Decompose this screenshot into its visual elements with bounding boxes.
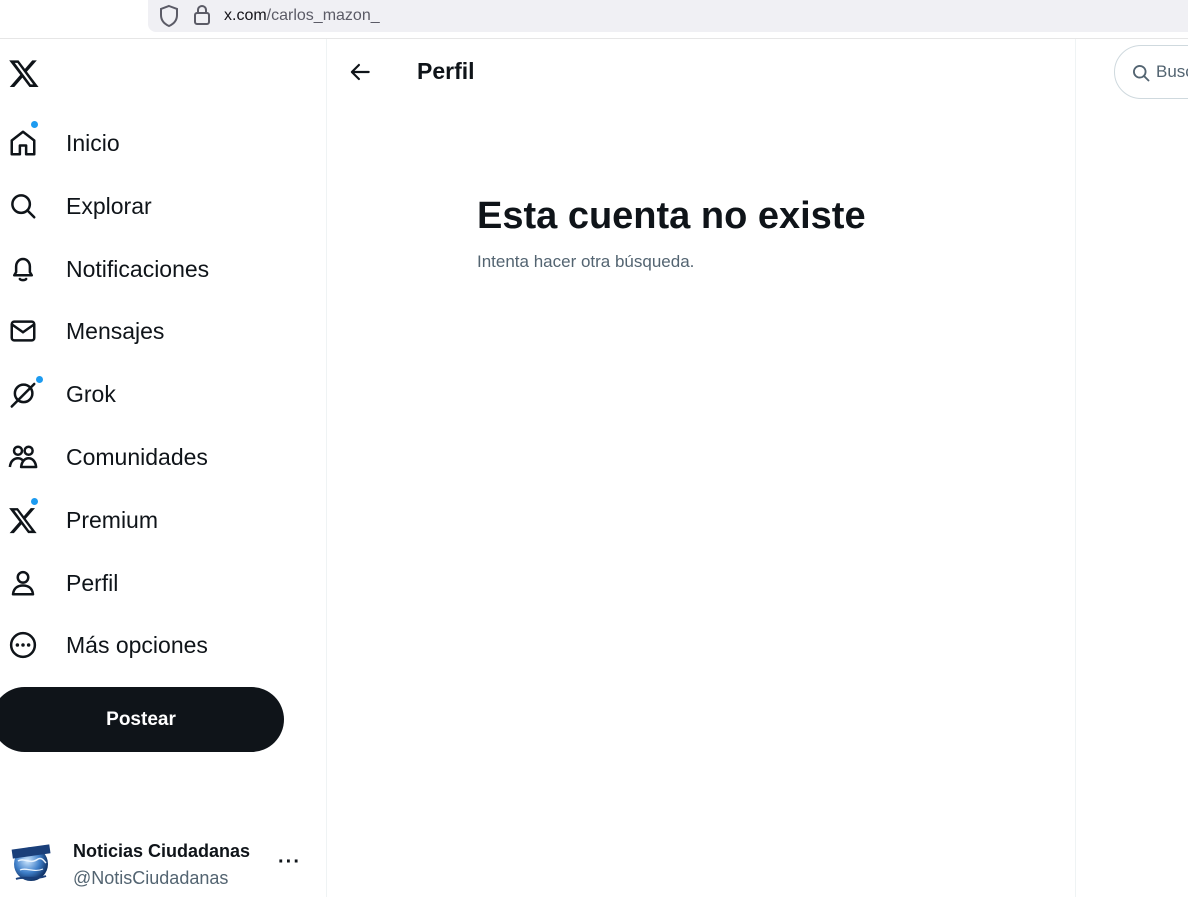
lock-icon[interactable] xyxy=(192,3,212,27)
sidebar-nav: Inicio Explorar Notificaciones Mensajes … xyxy=(0,39,326,897)
url-host: x.com xyxy=(224,7,267,24)
more-dots-icon[interactable]: ··· xyxy=(278,851,301,874)
account-handle: @NotisCiudadanas xyxy=(73,868,229,888)
sidebar-item-notificaciones[interactable]: Notificaciones xyxy=(0,244,240,294)
sidebar-item-grok[interactable]: Grok xyxy=(0,369,130,419)
sidebar-item-premium[interactable]: Premium xyxy=(0,495,175,545)
sidebar-item-label: Explorar xyxy=(66,192,152,219)
bell-icon xyxy=(13,257,33,282)
post-button[interactable]: Postear xyxy=(0,687,284,752)
sidebar-item-explorar[interactable]: Explorar xyxy=(0,181,170,231)
sidebar-item-label: Comunidades xyxy=(66,443,208,470)
more-circle-icon xyxy=(9,631,37,659)
address-bar[interactable]: x.com/carlos_mazon_ xyxy=(148,0,1188,32)
person-icon xyxy=(11,570,35,596)
search-icon xyxy=(11,194,36,219)
url-text[interactable]: x.com/carlos_mazon_ xyxy=(224,7,380,25)
sidebar-item-comunidades[interactable]: Comunidades xyxy=(0,432,235,482)
search-icon xyxy=(1133,65,1150,82)
notification-dot xyxy=(35,375,44,384)
page-title: Perfil xyxy=(417,58,475,84)
sidebar-item-mas-opciones[interactable]: Más opciones xyxy=(0,620,235,670)
envelope-icon xyxy=(10,320,36,342)
sidebar-item-label: Perfil xyxy=(66,569,119,596)
empty-state-subtitle: Intenta hacer otra búsqueda. xyxy=(477,252,695,271)
sidebar-item-label: Grok xyxy=(66,380,116,407)
sidebar-item-perfil[interactable]: Perfil xyxy=(0,558,135,608)
sidebar-item-label: Inicio xyxy=(66,129,120,156)
sidebar-item-label: Premium xyxy=(66,506,159,533)
account-name: Noticias Ciudadanas xyxy=(73,841,251,861)
account-switcher[interactable]: Noticias Ciudadanas @NotisCiudadanas ··· xyxy=(0,829,310,897)
avatar xyxy=(11,844,51,881)
main-divider xyxy=(1075,39,1076,897)
empty-state-title: Esta cuenta no existe xyxy=(477,195,866,237)
back-arrow-icon[interactable] xyxy=(347,59,373,85)
people-icon xyxy=(8,445,38,469)
search-box[interactable] xyxy=(1114,45,1188,99)
sidebar-item-inicio[interactable]: Inicio xyxy=(0,118,140,168)
sidebar-item-label: Más opciones xyxy=(66,631,208,658)
search-input[interactable] xyxy=(1156,62,1188,82)
home-icon xyxy=(10,130,36,156)
notification-dot xyxy=(30,497,39,506)
grok-icon xyxy=(10,382,36,408)
shield-icon[interactable] xyxy=(158,4,180,28)
sidebar-item-mensajes[interactable]: Mensajes xyxy=(0,306,185,356)
x-logo-icon[interactable] xyxy=(8,57,40,89)
url-path: /carlos_mazon_ xyxy=(266,7,380,24)
notification-dot xyxy=(30,120,39,129)
x-logo-icon xyxy=(9,508,37,534)
sidebar-item-label: Notificaciones xyxy=(66,255,210,282)
sidebar-item-label: Mensajes xyxy=(66,317,165,344)
main-column: Perfil Esta cuenta no existe Intenta hac… xyxy=(327,39,1075,897)
